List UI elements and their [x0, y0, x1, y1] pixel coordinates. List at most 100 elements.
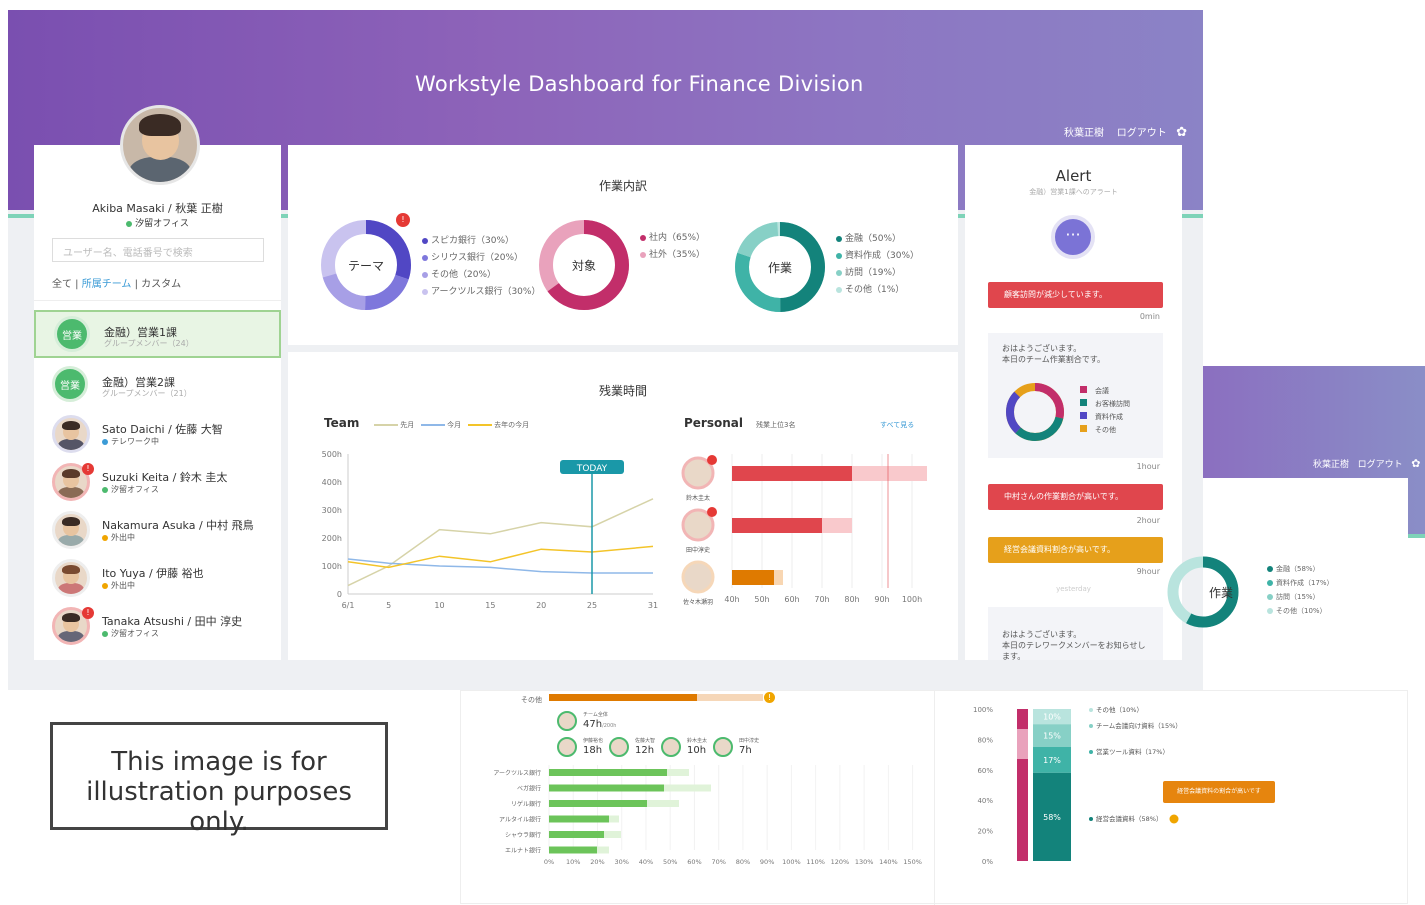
filter-custom[interactable]: カスタム: [141, 279, 181, 290]
more-icon[interactable]: ···: [1051, 215, 1095, 259]
alert-time: 9hour: [1136, 567, 1160, 576]
person-item[interactable]: ! Tanaka Atsushi / 田中 淳史 汐留オフィス: [34, 603, 281, 651]
msg-line: 本日のテレワークメンバーをお知らせします。: [1002, 641, 1146, 661]
search-input[interactable]: ユーザー名、電話番号で検索: [52, 238, 264, 262]
x-tick-label: 150%: [903, 858, 922, 865]
x-tick-label: 50%: [663, 858, 677, 865]
y-tick-label: 200h: [322, 534, 342, 543]
avatar: [681, 560, 715, 594]
user-name[interactable]: 秋葉正樹: [1064, 128, 1104, 139]
x-tick-label: 0%: [544, 858, 554, 865]
y-tick-label: 300h: [322, 506, 342, 515]
alert-item-3[interactable]: 経営会議資料割合が高いです。: [988, 537, 1163, 563]
overtime-panel: 残業時間 Team 先月 今月 去年の今月 500h 400h 300h 200h 10…: [288, 352, 958, 660]
group-badge: 営業: [52, 366, 88, 402]
bar: [549, 769, 667, 776]
x-tick-label: 15: [485, 601, 495, 610]
series-line-3: [347, 545, 654, 569]
segment-label: 15%: [1043, 732, 1061, 741]
target-donut[interactable]: 対象: [534, 215, 634, 315]
divider: [934, 691, 935, 905]
x-tick-label: 80h: [844, 595, 859, 604]
y-tick-label: 100h: [322, 562, 342, 571]
x-tick-label: 31: [648, 601, 658, 610]
person-name: 田中淳史: [686, 546, 710, 554]
alert-item-2[interactable]: 中村さんの作業割合が高いです。: [988, 484, 1163, 510]
task-donut[interactable]: 作業: [730, 217, 830, 317]
bar: [732, 518, 822, 533]
warning-icon: !: [764, 692, 775, 703]
person-item[interactable]: Sato Daichi / 佐藤 大智 テレワーク中: [34, 411, 281, 459]
logout-link-2[interactable]: ログアウト: [1358, 460, 1403, 470]
callout-badge[interactable]: 経営会議資料の割合が高いです: [1163, 781, 1275, 803]
x-tick-label: 60%: [687, 858, 701, 865]
gear-icon[interactable]: ✿: [1411, 457, 1420, 470]
bar: [549, 815, 609, 823]
theme-donut[interactable]: テーマ: [316, 215, 416, 315]
disclaimer-line: illustration purposes only.: [86, 777, 352, 837]
bar: [732, 570, 774, 585]
member-filter: 全て | 所属チーム | カスタム: [52, 279, 182, 290]
team-work-donut: [1006, 383, 1064, 441]
alert-time: 2hour: [1136, 516, 1160, 525]
person-status: 外出中: [102, 580, 135, 591]
x-tick-label: 70h: [814, 595, 829, 604]
legend-label: その他（10%）: [1096, 705, 1143, 714]
x-tick-label: 20%: [590, 858, 604, 865]
person-status: 外出中: [102, 532, 135, 543]
disclaimer-line: This image is for: [111, 747, 327, 777]
person-item[interactable]: Ito Yuya / 伊藤 裕也 外出中: [34, 555, 281, 603]
person-item[interactable]: ! Suzuki Keita / 鈴木 圭太 汐留オフィス: [34, 459, 281, 507]
group-sub: グループメンバー（24）: [104, 339, 194, 348]
segment-label: 10%: [1043, 713, 1061, 722]
alert-badge: [707, 455, 717, 465]
row-label: シャウラ銀行: [505, 831, 541, 839]
message-card[interactable]: おはようございます。 本日のテレワークメンバーをお知らせします。: [988, 607, 1163, 661]
bar: [549, 800, 647, 807]
x-tick-label: 40%: [639, 858, 653, 865]
alert-panel: Alert 金融）営業1課へのアラート ··· 顧客訪問が減少しています。 0m…: [965, 145, 1182, 661]
x-tick-label: 60h: [784, 595, 799, 604]
header-user: 秋葉正樹 ログアウト ✿: [1064, 124, 1187, 140]
bar-left-highlight: [1017, 729, 1028, 759]
bar: [549, 784, 664, 792]
group-item-2[interactable]: 営業 金融）営業2課 グループメンバー（21）: [34, 362, 281, 410]
legend-dot: [1089, 708, 1093, 712]
x-tick-label: 100h: [902, 595, 922, 604]
team-label: Team: [324, 416, 360, 430]
x-tick-label: 25: [587, 601, 597, 610]
profile-panel: Akiba Masaki / 秋葉 正樹 汐留オフィス ユーザー名、電話番号で検…: [34, 105, 281, 660]
profile-location: 汐留オフィス: [34, 216, 281, 229]
avatar: [557, 711, 577, 731]
user-name-2[interactable]: 秋葉正樹: [1313, 460, 1349, 470]
y-tick-label: 100%: [973, 706, 993, 714]
donut-label: テーマ: [348, 259, 384, 273]
see-all-link[interactable]: すべて見る: [880, 420, 914, 430]
disclaimer-box: This image is for illustration purposes …: [50, 722, 388, 837]
logout-link[interactable]: ログアウト: [1117, 128, 1167, 139]
row-label: アルタイル銀行: [499, 816, 541, 824]
header-user-2: 秋葉正樹 ログアウト ✿: [1313, 457, 1420, 470]
filter-all[interactable]: 全て: [52, 279, 72, 290]
personal-sub: 残業上位3名: [756, 421, 796, 429]
person-name: Tanaka Atsushi / 田中 淳史: [102, 615, 243, 628]
y-tick-label: 60%: [977, 767, 993, 775]
person-item[interactable]: Nakamura Asuka / 中村 飛鳥 外出中: [34, 507, 281, 555]
divider: [34, 300, 281, 301]
section-title: 残業時間: [598, 384, 647, 398]
row-label: その他: [521, 696, 542, 704]
x-tick-label: 40h: [724, 595, 739, 604]
profile-name: Akiba Masaki / 秋葉 正樹: [92, 202, 223, 215]
alert-item-1[interactable]: 顧客訪問が減少しています。: [988, 282, 1163, 308]
bar: [549, 831, 604, 838]
gear-icon[interactable]: ✿: [1176, 125, 1187, 140]
filter-team[interactable]: 所属チーム: [82, 279, 132, 290]
row-label: エルナト銀行: [505, 847, 541, 855]
group-item-1[interactable]: 営業 金融）営業1課 グループメンバー（24）: [34, 310, 281, 358]
message-card[interactable]: おはようございます。 本日のチーム作業割合です。 会議 お客様訪問 資料作成 そ…: [988, 333, 1163, 458]
yesterday-divider: yesterday: [1056, 585, 1091, 593]
team-line-chart: 500h 400h 300h 200h 100h 06/1 5 10 15 20 25 31 TODAY: [322, 450, 658, 610]
theme-legend: スピカ銀行（30%） シリウス銀行（20%） その他（20%） アークツルス銀行…: [422, 233, 540, 301]
profile-avatar: [120, 105, 200, 185]
legend-dot: [1089, 724, 1093, 728]
